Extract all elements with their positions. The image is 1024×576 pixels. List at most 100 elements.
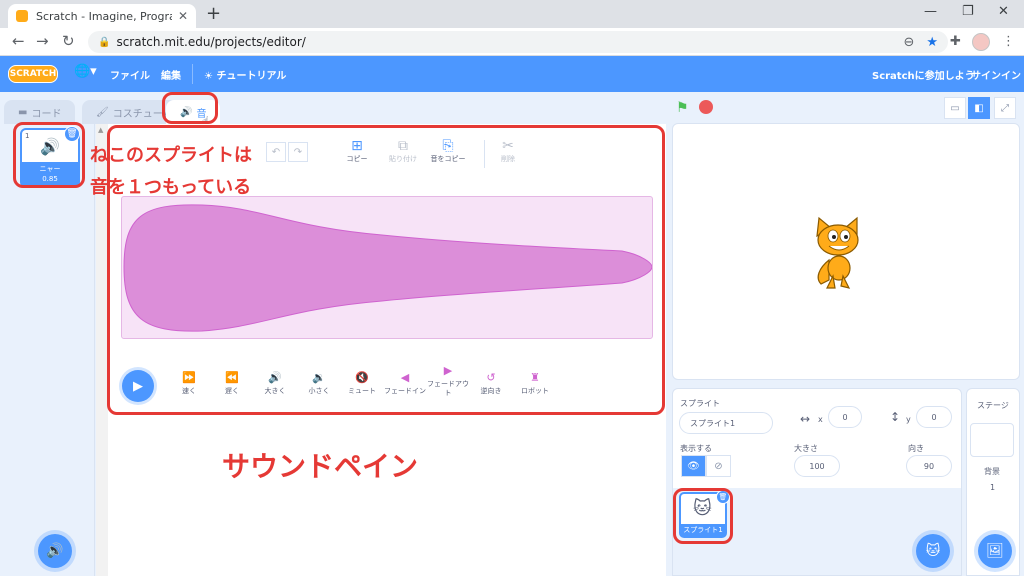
x-position-input[interactable]: 0 — [828, 406, 862, 428]
show-sprite-button[interactable]: 👁 — [681, 455, 706, 477]
scratch-logo[interactable]: SCRATCH — [8, 65, 58, 83]
eye-slash-icon: ⊘ — [714, 460, 723, 472]
effect-louder-button[interactable]: 🔊 大きく — [251, 372, 299, 396]
sound-tile-index: 1 — [25, 132, 30, 140]
scroll-up-icon[interactable]: ▲ — [98, 126, 103, 134]
normal-stage-button[interactable]: ◧ — [968, 97, 990, 119]
annotation-note-line2: 音を１つもっている — [90, 177, 252, 198]
cat-sprite[interactable] — [807, 216, 867, 292]
undo-button[interactable]: ↶ — [266, 142, 286, 162]
fade-in-icon: ◀ — [400, 371, 410, 384]
toolbar-divider — [484, 140, 485, 168]
sprite-name-input[interactable]: スプライト1 — [679, 412, 773, 434]
effect-reverse-button[interactable]: ↺ 逆向き — [467, 372, 515, 396]
cat-thumbnail-icon: 🐱 — [693, 498, 712, 519]
paste-label: 貼り付け — [389, 155, 417, 163]
language-globe-icon[interactable]: 🌐▾ — [74, 64, 97, 79]
paste-icon: ⧉ — [398, 138, 408, 154]
sound-tile-name: ニャー — [39, 165, 61, 173]
back-icon[interactable]: ← — [12, 32, 25, 50]
stop-icon[interactable] — [699, 100, 713, 114]
small-stage-icon: ▭ — [950, 102, 960, 114]
effect-robot-label: ロボット — [521, 387, 549, 395]
effect-fade-out-label: フェードアウト — [427, 380, 469, 397]
reload-icon[interactable]: ↻ — [62, 32, 75, 50]
small-stage-button[interactable]: ▭ — [944, 97, 966, 119]
effect-mute-button[interactable]: 🔇 ミュート — [338, 372, 386, 396]
copy-to-new-button[interactable]: ⎘ 音をコピー — [430, 138, 466, 164]
effect-softer-button[interactable]: 🔉 小さく — [295, 372, 343, 396]
fade-out-icon: ▶ — [443, 364, 453, 377]
join-scratch-link[interactable]: Scratchに参加しよう — [872, 67, 975, 82]
browser-tab-title: Scratch - Imagine, Program, Shar — [36, 9, 172, 23]
profile-avatar[interactable] — [972, 33, 990, 51]
stage[interactable] — [672, 123, 1020, 380]
delete-sprite-icon[interactable]: 🗑 — [716, 490, 730, 504]
backdrops-count: 1 — [990, 483, 996, 492]
sign-in-link[interactable]: サインイン — [971, 67, 1021, 82]
annotation-pane-label: サウンドペイン — [222, 450, 419, 483]
choose-sprite-button[interactable]: 🐱 — [916, 534, 950, 568]
copy-button[interactable]: ⊞ コピー — [339, 138, 375, 164]
tab-sounds[interactable]: 🔊 音 — [166, 100, 221, 124]
delete-button[interactable]: ✂ 削除 — [490, 138, 526, 164]
y-label: y — [906, 415, 911, 424]
play-button[interactable]: ▶ — [122, 370, 154, 402]
normal-stage-icon: ◧ — [974, 102, 984, 114]
delete-sound-icon[interactable]: 🗑 — [64, 126, 80, 142]
sound-tile-duration: 0.85 — [42, 175, 58, 183]
size-input[interactable]: 100 — [794, 455, 840, 477]
new-tab-icon[interactable]: + — [206, 3, 221, 24]
url-bar[interactable]: 🔒 scratch.mit.edu/projects/editor/ ⊖ ★ — [88, 31, 948, 53]
chrome-menu-icon[interactable]: ⋮ — [1002, 34, 1015, 49]
robot-icon: ♜ — [530, 371, 540, 384]
effect-fade-in-label: フェードイン — [384, 387, 426, 395]
bookmark-star-icon[interactable]: ★ — [926, 35, 938, 50]
close-window-icon[interactable]: ✕ — [998, 4, 1009, 19]
browser-tab[interactable]: Scratch - Imagine, Program, Shar ✕ — [8, 4, 196, 28]
effect-faster-button[interactable]: ⏩ 速く — [165, 372, 213, 396]
sound-list — [0, 124, 95, 576]
effect-slower-button[interactable]: ⏪ 遅く — [208, 372, 256, 396]
forward-icon[interactable]: → — [36, 32, 49, 50]
fullscreen-button[interactable]: ⤢ — [994, 97, 1016, 119]
zoom-icon[interactable]: ⊖ — [903, 35, 914, 50]
redo-button[interactable]: ↷ — [288, 142, 308, 162]
sprite-tile-name: スプライト1 — [681, 524, 725, 536]
copy-label: コピー — [346, 155, 368, 163]
hide-sprite-button[interactable]: ⊘ — [706, 455, 731, 477]
add-backdrop-icon: 🖼 — [986, 543, 1004, 559]
stage-thumbnail[interactable] — [970, 423, 1014, 457]
tab-code-label: コード — [31, 108, 62, 120]
extensions-icon[interactable]: ✚ — [950, 34, 961, 49]
size-label: 大きさ — [794, 444, 818, 453]
effect-faster-label: 速く — [182, 387, 196, 395]
stage-title: ステージ — [977, 401, 1009, 410]
effect-mute-label: ミュート — [348, 387, 376, 395]
menu-edit[interactable]: 編集 — [161, 67, 181, 82]
effect-fade-in-button[interactable]: ◀ フェードイン — [381, 371, 429, 396]
direction-input[interactable]: 90 — [906, 455, 952, 477]
restore-icon[interactable]: ❐ — [962, 4, 974, 19]
menu-tutorials[interactable]: ☀ チュートリアル — [204, 67, 286, 82]
waveform — [123, 204, 653, 332]
choose-sound-button[interactable]: 🔊 — [38, 534, 72, 568]
y-position-input[interactable]: 0 — [916, 406, 952, 428]
effect-robot-button[interactable]: ♜ ロボット — [511, 371, 559, 396]
close-tab-icon[interactable]: ✕ — [178, 9, 188, 23]
code-icon: ▬ — [18, 106, 28, 118]
tab-costumes-label: コスチューム — [112, 108, 173, 120]
tab-code[interactable]: ▬ コード — [4, 100, 76, 124]
add-sprite-icon: 🐱 — [925, 543, 941, 559]
menu-file[interactable]: ファイル — [110, 67, 150, 82]
effect-fade-out-button[interactable]: ▶ フェードアウト — [424, 364, 472, 398]
minimize-icon[interactable]: — — [924, 4, 937, 19]
delete-label: 削除 — [501, 155, 515, 163]
menu-tutorials-label: チュートリアル — [216, 71, 287, 82]
waveform-container[interactable] — [121, 196, 653, 339]
paste-button[interactable]: ⧉ 貼り付け — [385, 138, 421, 164]
green-flag-icon[interactable]: ⚑ — [676, 100, 689, 116]
choose-backdrop-button[interactable]: 🖼 — [978, 534, 1012, 568]
play-icon: ▶ — [133, 378, 143, 394]
backdrops-label: 背景 — [984, 467, 1000, 476]
